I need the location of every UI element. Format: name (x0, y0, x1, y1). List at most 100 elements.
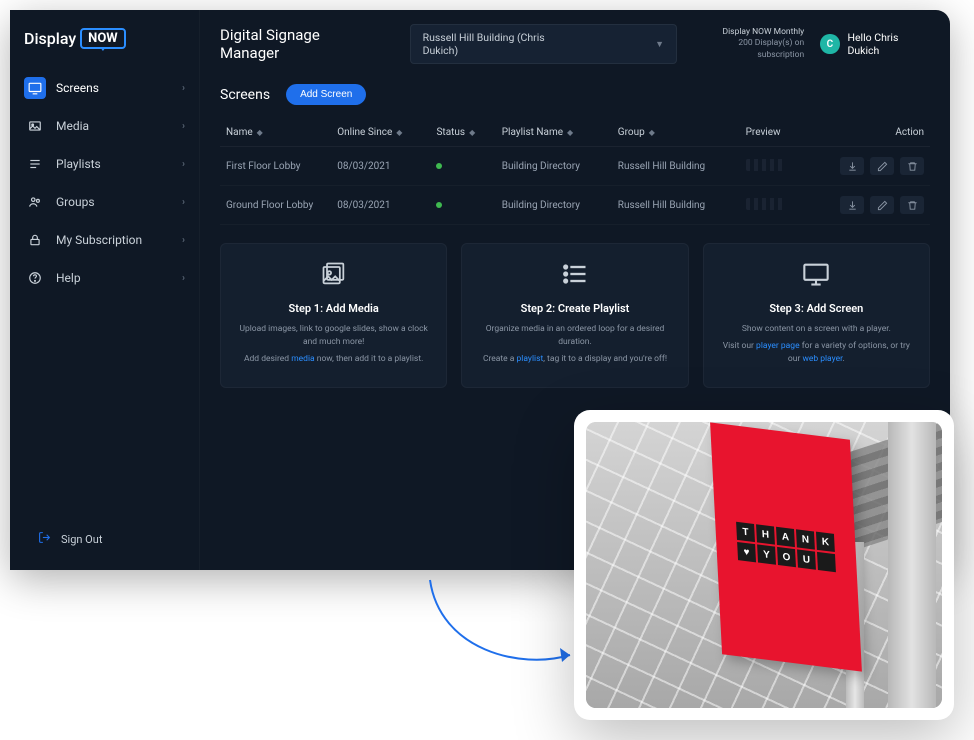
card-add-screen: Step 3: Add Screen Show content on a scr… (703, 243, 930, 388)
images-icon (235, 260, 432, 294)
sidebar: Display NOW Screens › Media › (10, 10, 200, 570)
sign-out-icon (38, 531, 51, 548)
card-title: Step 3: Add Screen (718, 302, 915, 315)
chevron-right-icon: › (182, 273, 185, 284)
logo: Display NOW (10, 28, 199, 69)
sidebar-item-screens[interactable]: Screens › (10, 69, 199, 107)
cell-preview (740, 186, 807, 225)
help-icon (24, 267, 46, 289)
sort-icon: ◆ (649, 128, 655, 137)
sidebar-item-media[interactable]: Media › (10, 107, 199, 145)
cell-playlist: Building Directory (496, 147, 612, 186)
status-dot-icon (436, 202, 442, 208)
cell-name: Ground Floor Lobby (220, 186, 331, 225)
sidebar-item-label: Help (56, 271, 81, 285)
thank-you-text: THANK ♥YOU (736, 522, 836, 572)
sidebar-item-label: My Subscription (56, 233, 142, 247)
preview-thumb[interactable] (746, 159, 786, 171)
screens-table: Name◆ Online Since◆ Status◆ Playlist Nam… (220, 119, 930, 225)
sub-count: 200 Display(s) on subscription (693, 38, 804, 60)
list-icon (476, 260, 673, 294)
groups-icon (24, 191, 46, 213)
section-head: Screens Add Screen (220, 84, 930, 105)
delete-button[interactable] (900, 196, 924, 214)
screens-icon (24, 77, 46, 99)
sidebar-item-playlists[interactable]: Playlists › (10, 145, 199, 183)
sort-icon: ◆ (396, 128, 402, 137)
card-desc: Upload images, link to google slides, sh… (235, 323, 432, 365)
nav-list: Screens › Media › Playlists › (10, 69, 199, 297)
cell-actions (806, 147, 930, 186)
download-button[interactable] (840, 157, 864, 175)
cell-group: Russell Hill Building (612, 147, 740, 186)
sub-plan: Display NOW Monthly (693, 27, 804, 38)
onboarding-cards: Step 1: Add Media Upload images, link to… (220, 243, 930, 388)
thank-you-banner: THANK ♥YOU (710, 422, 862, 671)
subscription-info: Display NOW Monthly 200 Display(s) on su… (693, 27, 804, 60)
col-playlist[interactable]: Playlist Name◆ (496, 119, 612, 147)
page-title: Digital Signage Manager (220, 26, 378, 62)
cell-status (430, 186, 495, 225)
topbar: Digital Signage Manager Russell Hill Bui… (200, 10, 950, 78)
cell-online-since: 08/03/2021 (331, 147, 430, 186)
sidebar-item-label: Groups (56, 195, 95, 209)
content: Screens Add Screen Name◆ Online Since◆ S… (200, 78, 950, 408)
sidebar-item-label: Media (56, 119, 89, 133)
edit-button[interactable] (870, 196, 894, 214)
delete-button[interactable] (900, 157, 924, 175)
sort-icon: ◆ (469, 128, 475, 137)
table-row: Ground Floor Lobby 08/03/2021 Building D… (220, 186, 930, 225)
sign-out-label: Sign Out (61, 533, 102, 546)
col-online-since[interactable]: Online Since◆ (331, 119, 430, 147)
playlist-link[interactable]: playlist (517, 354, 544, 364)
cell-playlist: Building Directory (496, 186, 612, 225)
chevron-right-icon: › (182, 159, 185, 170)
avatar: C (820, 34, 839, 54)
card-add-media: Step 1: Add Media Upload images, link to… (220, 243, 447, 388)
col-group[interactable]: Group◆ (612, 119, 740, 147)
player-page-link[interactable]: player page (756, 341, 800, 351)
chevron-right-icon: › (182, 83, 185, 94)
cell-name: First Floor Lobby (220, 147, 331, 186)
cell-actions (806, 186, 930, 225)
col-name[interactable]: Name◆ (220, 119, 331, 147)
col-status[interactable]: Status◆ (430, 119, 495, 147)
add-screen-button[interactable]: Add Screen (286, 84, 366, 105)
table-row: First Floor Lobby 08/03/2021 Building Di… (220, 147, 930, 186)
dropdown-value: Russell Hill Building (Chris Dukich) (423, 31, 575, 57)
playlists-icon (24, 153, 46, 175)
media-link[interactable]: media (291, 354, 314, 364)
cell-preview (740, 147, 807, 186)
screen-icon (718, 260, 915, 294)
chevron-down-icon: ▼ (655, 39, 664, 50)
card-title: Step 2: Create Playlist (476, 302, 673, 315)
cell-status (430, 147, 495, 186)
user-greeting: Hello Chris Dukich (848, 31, 931, 57)
signage-photo: THANK ♥YOU (586, 422, 942, 708)
sidebar-item-groups[interactable]: Groups › (10, 183, 199, 221)
sign-out-button[interactable]: Sign Out (10, 519, 199, 560)
section-title: Screens (220, 87, 270, 103)
sort-icon: ◆ (567, 128, 573, 137)
card-title: Step 1: Add Media (235, 302, 432, 315)
building-dropdown[interactable]: Russell Hill Building (Chris Dukich) ▼ (410, 24, 677, 64)
logo-now-box: NOW (80, 28, 126, 49)
logo-text: Display (24, 29, 76, 48)
lock-icon (24, 229, 46, 251)
preview-thumb[interactable] (746, 198, 786, 210)
sidebar-item-subscription[interactable]: My Subscription › (10, 221, 199, 259)
sort-icon: ◆ (257, 128, 263, 137)
cell-online-since: 08/03/2021 (331, 186, 430, 225)
col-action: Action (806, 119, 930, 147)
chevron-right-icon: › (182, 121, 185, 132)
cell-group: Russell Hill Building (612, 186, 740, 225)
edit-button[interactable] (870, 157, 894, 175)
sidebar-item-help[interactable]: Help › (10, 259, 199, 297)
status-dot-icon (436, 163, 442, 169)
user-bar[interactable]: C Hello Chris Dukich (820, 31, 930, 57)
chevron-right-icon: › (182, 197, 185, 208)
download-button[interactable] (840, 196, 864, 214)
sidebar-item-label: Playlists (56, 157, 101, 171)
photo-overlay: THANK ♥YOU (574, 410, 954, 720)
web-player-link[interactable]: web player (802, 354, 842, 364)
